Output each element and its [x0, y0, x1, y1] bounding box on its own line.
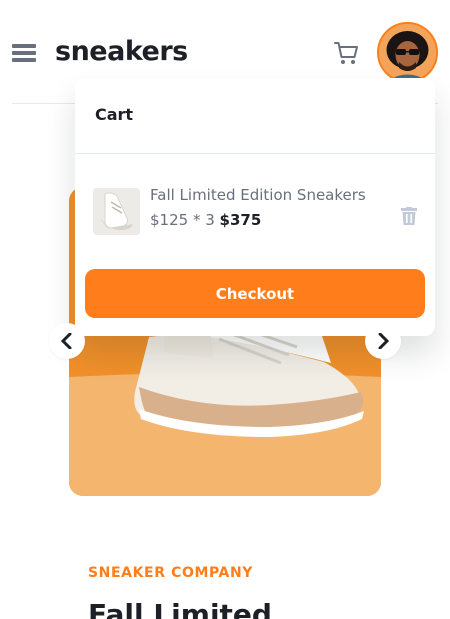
cart-item-name: Fall Limited Edition Sneakers [150, 186, 366, 204]
shopping-cart-icon[interactable] [333, 40, 359, 66]
cart-divider [75, 153, 435, 154]
cart-dropdown: Cart Fall Limited Edition Sneakers $125 … [75, 78, 435, 336]
chevron-right-icon [378, 333, 390, 349]
hamburger-menu-icon[interactable] [12, 42, 36, 64]
cart-item-price-line: $125 * 3 $375 [150, 211, 261, 229]
product-title: Fall Limited [88, 598, 272, 619]
chevron-left-icon [60, 333, 72, 349]
trash-icon[interactable] [401, 207, 417, 225]
gallery-next-button[interactable] [365, 323, 401, 359]
cart-title: Cart [95, 105, 134, 124]
checkout-button[interactable]: Checkout [85, 269, 425, 318]
product-company: SNEAKER COMPANY [88, 565, 254, 581]
cart-item-total: $375 [219, 211, 262, 229]
gallery-prev-button[interactable] [49, 323, 85, 359]
site-logo[interactable]: sneakers [55, 34, 188, 70]
user-avatar[interactable] [377, 22, 438, 83]
cart-item-calc: $125 * 3 [150, 211, 215, 229]
cart-item-thumbnail [93, 188, 140, 235]
